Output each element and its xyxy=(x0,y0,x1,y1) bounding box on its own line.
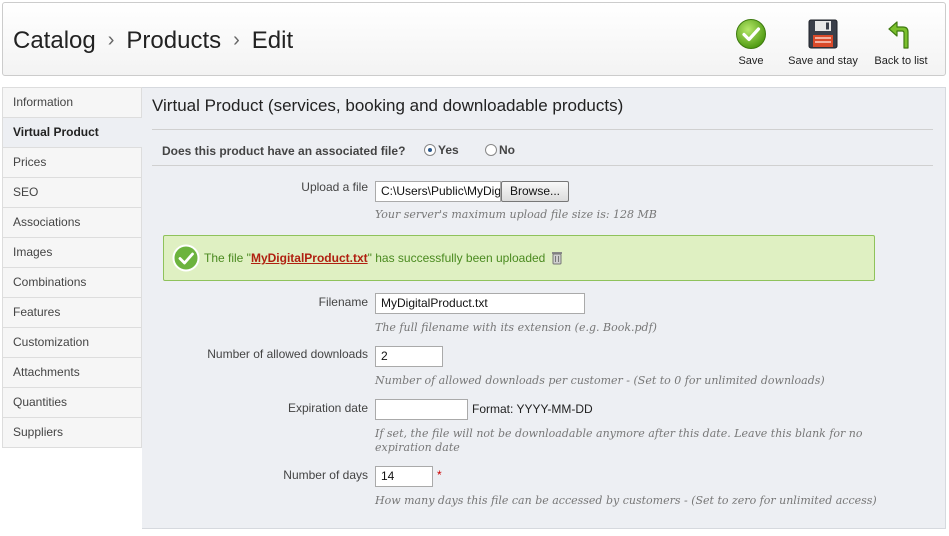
tab-prices[interactable]: Prices xyxy=(2,148,142,178)
allowed-downloads-hint: Number of allowed downloads per customer… xyxy=(375,374,825,387)
allowed-downloads-input[interactable]: 2 xyxy=(375,346,443,367)
breadcrumb: Catalog › Products › Edit xyxy=(13,27,293,55)
number-of-days-input[interactable]: 14 xyxy=(375,466,433,487)
number-of-days-label: Number of days xyxy=(283,468,368,482)
uploaded-file-link[interactable]: MyDigitalProduct.txt xyxy=(251,251,368,265)
save-label: Save xyxy=(738,55,764,67)
floppy-disk-icon xyxy=(805,17,841,51)
upload-file-label: Upload a file xyxy=(301,180,368,194)
radio-yes-label: Yes xyxy=(438,143,459,157)
tab-images[interactable]: Images xyxy=(2,238,142,268)
tab-attachments[interactable]: Attachments xyxy=(2,358,142,388)
tab-virtual-product[interactable]: Virtual Product xyxy=(2,118,143,148)
check-circle-icon xyxy=(733,17,769,51)
toolbar: Save Save and stay Back to list xyxy=(721,17,937,67)
tab-information[interactable]: Information xyxy=(2,88,142,118)
expiration-date-label: Expiration date xyxy=(287,401,368,415)
breadcrumb-catalog[interactable]: Catalog xyxy=(13,27,96,54)
upload-success-message: The file " MyDigitalProduct.txt " has succ… xyxy=(163,235,875,281)
success-suffix: " has successfully been uploaded xyxy=(367,251,546,265)
tab-associations[interactable]: Associations xyxy=(2,208,142,238)
filename-input[interactable]: MyDigitalProduct.txt xyxy=(375,293,585,314)
radio-no-button[interactable] xyxy=(485,144,497,156)
virtual-product-panel: Virtual Product (services, booking and d… xyxy=(142,87,946,529)
expiration-hint-line2: expiration date xyxy=(375,441,460,454)
save-and-stay-button[interactable]: Save and stay xyxy=(781,17,865,67)
tab-suppliers[interactable]: Suppliers xyxy=(2,418,142,448)
browse-button[interactable]: Browse... xyxy=(501,181,570,202)
upload-file-input[interactable]: C:\Users\Public\MyDig xyxy=(375,181,501,202)
expiration-hint-line1: If set, the file will not be downloadabl… xyxy=(375,427,863,440)
breadcrumb-edit: Edit xyxy=(251,27,294,54)
tab-quantities[interactable]: Quantities xyxy=(2,388,142,418)
filename-label: Filename xyxy=(318,295,368,309)
chevron-right-icon: › xyxy=(233,29,240,51)
trash-icon[interactable] xyxy=(551,251,563,265)
sidebar: Information Virtual Product Prices SEO A… xyxy=(2,87,143,448)
save-button[interactable]: Save xyxy=(721,17,781,67)
radio-yes-button[interactable] xyxy=(424,144,436,156)
radio-no-label: No xyxy=(499,143,515,157)
success-check-icon xyxy=(172,244,200,272)
back-arrow-icon xyxy=(883,17,919,51)
number-of-days-hint: How many days this file can be accessed … xyxy=(375,494,877,507)
back-to-list-label: Back to list xyxy=(874,55,928,67)
allowed-downloads-label: Number of allowed downloads xyxy=(207,347,368,361)
associated-file-question: Does this product have an associated fil… xyxy=(162,144,406,158)
success-prefix: The file " xyxy=(204,251,251,265)
expiration-date-input[interactable] xyxy=(375,399,468,420)
radio-yes[interactable]: Yes xyxy=(424,143,459,157)
back-to-list-button[interactable]: Back to list xyxy=(865,17,937,67)
panel-title: Virtual Product (services, booking and d… xyxy=(152,96,624,115)
tab-customization[interactable]: Customization xyxy=(2,328,142,358)
page-header: Catalog › Products › Edit Save Save and … xyxy=(2,2,946,76)
divider xyxy=(152,165,933,166)
tab-features[interactable]: Features xyxy=(2,298,142,328)
upload-hint: Your server's maximum upload file size i… xyxy=(375,208,657,221)
tab-combinations[interactable]: Combinations xyxy=(2,268,142,298)
chevron-right-icon: › xyxy=(107,29,115,51)
divider xyxy=(152,129,933,130)
tab-seo[interactable]: SEO xyxy=(2,178,142,208)
filename-hint: The full filename with its extension (e.… xyxy=(375,321,657,334)
radio-no[interactable]: No xyxy=(485,143,515,157)
save-and-stay-label: Save and stay xyxy=(788,55,858,67)
expiration-format-note: Format: YYYY-MM-DD xyxy=(472,402,593,416)
breadcrumb-products[interactable]: Products xyxy=(126,27,221,54)
required-asterisk: * xyxy=(437,468,442,482)
